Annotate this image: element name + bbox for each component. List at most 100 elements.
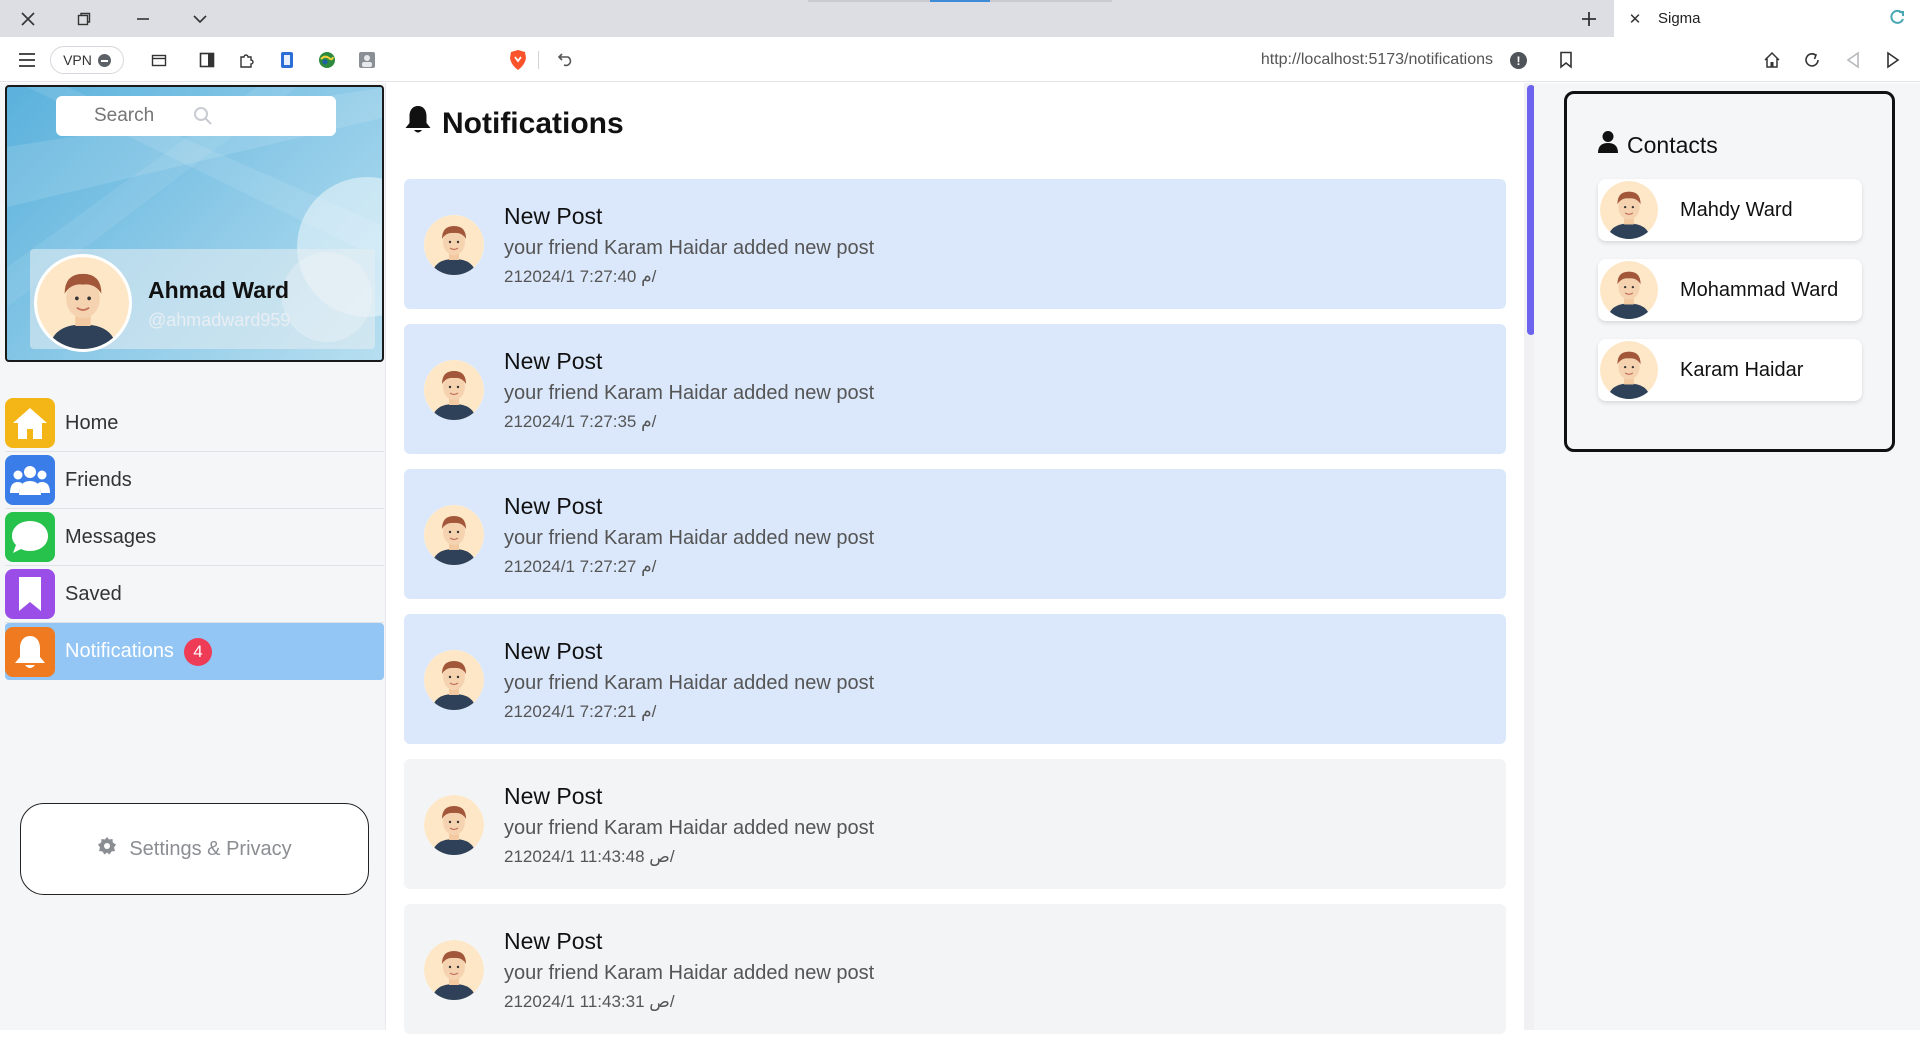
site-info-icon[interactable]: ! xyxy=(1510,52,1527,69)
browser-toolbar: VPN http://localhost:5173/notifications … xyxy=(0,37,1920,82)
notification-title: New Post xyxy=(504,638,603,664)
bell-icon xyxy=(5,626,55,677)
wallet-icon[interactable] xyxy=(274,47,300,73)
profile-card: Ahmad Ward @ahmadward959 xyxy=(5,85,384,362)
vpn-button[interactable]: VPN xyxy=(50,46,124,74)
notification-title: New Post xyxy=(504,493,603,519)
browser-tab-bar: ✕ Sigma xyxy=(0,0,1920,37)
nav-item-friends[interactable]: Friends xyxy=(5,452,384,509)
profile-extension-icon[interactable] xyxy=(354,47,380,73)
close-window-icon[interactable] xyxy=(15,6,41,32)
notification-time: 21م 7:27:27 2024/1/ xyxy=(504,557,657,576)
notification-body: your friend Karam Haidar added new post xyxy=(504,672,875,694)
reload-icon[interactable] xyxy=(1799,47,1825,73)
tab-strip-indicator xyxy=(808,0,1112,2)
notification-item[interactable]: New Post your friend Karam Haidar added … xyxy=(404,614,1506,744)
notification-body: your friend Karam Haidar added new post xyxy=(504,962,875,984)
notification-body: your friend Karam Haidar added new post xyxy=(504,817,875,839)
forward-icon[interactable] xyxy=(1880,47,1906,73)
sidebar-toggle-icon[interactable] xyxy=(194,47,220,73)
notification-body: your friend Karam Haidar added new post xyxy=(504,527,875,549)
search-icon[interactable] xyxy=(193,106,213,131)
contact-name: Karam Haidar xyxy=(1680,358,1804,381)
nav-label: Home xyxy=(65,411,119,434)
notification-time: 21ص 11:43:31 2024/1/ xyxy=(504,992,675,1011)
contact-avatar xyxy=(1600,261,1658,319)
bell-icon xyxy=(404,105,432,143)
search-box[interactable] xyxy=(56,96,336,136)
profile-avatar[interactable] xyxy=(34,254,132,352)
nav-item-home[interactable]: Home xyxy=(5,395,384,452)
menu-icon[interactable] xyxy=(14,47,40,73)
notification-title: New Post xyxy=(504,348,603,374)
gear-icon xyxy=(97,836,117,862)
notification-time: 21م 7:27:35 2024/1/ xyxy=(504,412,657,431)
reload-shortcut-icon[interactable] xyxy=(552,47,578,73)
contact-name: Mahdy Ward xyxy=(1680,198,1793,221)
page-title: Notifications xyxy=(404,105,624,143)
left-sidebar: Ahmad Ward @ahmadward959 Home Friends xyxy=(0,83,386,1030)
avatar-illustration xyxy=(37,257,129,349)
bookmark-page-icon[interactable] xyxy=(1553,47,1579,73)
notification-time: 21ص 11:43:48 2024/1/ xyxy=(504,847,675,866)
contact-item[interactable]: Karam Haidar xyxy=(1598,339,1862,401)
notification-body: your friend Karam Haidar added new post xyxy=(504,382,875,404)
main-nav: Home Friends Messages Saved Notification… xyxy=(5,395,384,680)
notification-avatar xyxy=(424,505,484,565)
tab-list-chevron-icon[interactable] xyxy=(187,6,213,32)
nav-item-notifications[interactable]: Notifications 4 xyxy=(5,623,384,680)
active-tab[interactable]: ✕ Sigma xyxy=(1614,0,1920,37)
back-icon[interactable] xyxy=(1840,47,1866,73)
nav-label: Messages xyxy=(65,525,157,548)
earth-extension-icon[interactable] xyxy=(314,47,340,73)
tab-title: Sigma xyxy=(1658,10,1701,27)
profile-handle: @ahmadward959 xyxy=(148,310,291,330)
bookmark-icon xyxy=(5,569,55,619)
nav-item-messages[interactable]: Messages xyxy=(5,509,384,566)
close-tab-icon[interactable]: ✕ xyxy=(1622,10,1648,28)
home-icon xyxy=(5,398,55,448)
notification-title: New Post xyxy=(504,783,603,809)
vpn-status-icon xyxy=(97,53,111,67)
contacts-card: Contacts Mahdy Ward Mohammad Ward Karam … xyxy=(1564,91,1895,452)
notification-time: 21م 7:27:21 2024/1/ xyxy=(504,702,657,721)
nav-label: Notifications xyxy=(65,640,174,662)
notification-list: New Post your friend Karam Haidar added … xyxy=(404,179,1506,1049)
vpn-label: VPN xyxy=(63,52,92,68)
settings-privacy-button[interactable]: Settings & Privacy xyxy=(20,803,369,895)
users-icon xyxy=(5,455,55,505)
extensions-icon[interactable] xyxy=(234,47,260,73)
contacts-title-text: Contacts xyxy=(1627,131,1718,158)
tab-sync-icon xyxy=(1888,9,1906,32)
app-root: Ahmad Ward @ahmadward959 Home Friends xyxy=(0,83,1920,1034)
notification-title: New Post xyxy=(504,203,603,229)
notification-title: New Post xyxy=(504,928,603,954)
address-bar[interactable]: http://localhost:5173/notifications ! xyxy=(497,44,1537,76)
nav-label: Saved xyxy=(65,582,122,605)
contact-avatar xyxy=(1600,181,1658,239)
page-title-text: Notifications xyxy=(442,107,624,140)
contact-item[interactable]: Mahdy Ward xyxy=(1598,179,1862,241)
minimize-window-icon[interactable] xyxy=(130,6,156,32)
chat-icon xyxy=(5,512,55,562)
notification-item[interactable]: New Post your friend Karam Haidar added … xyxy=(404,179,1506,309)
notification-item[interactable]: New Post your friend Karam Haidar added … xyxy=(404,324,1506,454)
user-icon xyxy=(1597,130,1619,160)
restore-window-icon[interactable] xyxy=(71,6,97,32)
notifications-panel: Notifications New Post your friend Karam… xyxy=(386,83,1534,1034)
tab-groups-icon[interactable] xyxy=(146,47,172,73)
new-tab-icon[interactable] xyxy=(1576,6,1602,32)
notification-item[interactable]: New Post your friend Karam Haidar added … xyxy=(404,904,1506,1034)
notification-avatar xyxy=(424,650,484,710)
contact-item[interactable]: Mohammad Ward xyxy=(1598,259,1862,321)
home-icon[interactable] xyxy=(1759,47,1785,73)
notification-item[interactable]: New Post your friend Karam Haidar added … xyxy=(404,759,1506,889)
brave-shield-icon[interactable] xyxy=(505,47,531,73)
notification-avatar xyxy=(424,795,484,855)
notification-body: your friend Karam Haidar added new post xyxy=(504,237,875,259)
notification-time: 21م 7:27:40 2024/1/ xyxy=(504,267,657,286)
notification-avatar xyxy=(424,215,484,275)
nav-item-saved[interactable]: Saved xyxy=(5,566,384,623)
right-sidebar: Contacts Mahdy Ward Mohammad Ward Karam … xyxy=(1534,83,1920,1030)
notification-item[interactable]: New Post your friend Karam Haidar added … xyxy=(404,469,1506,599)
